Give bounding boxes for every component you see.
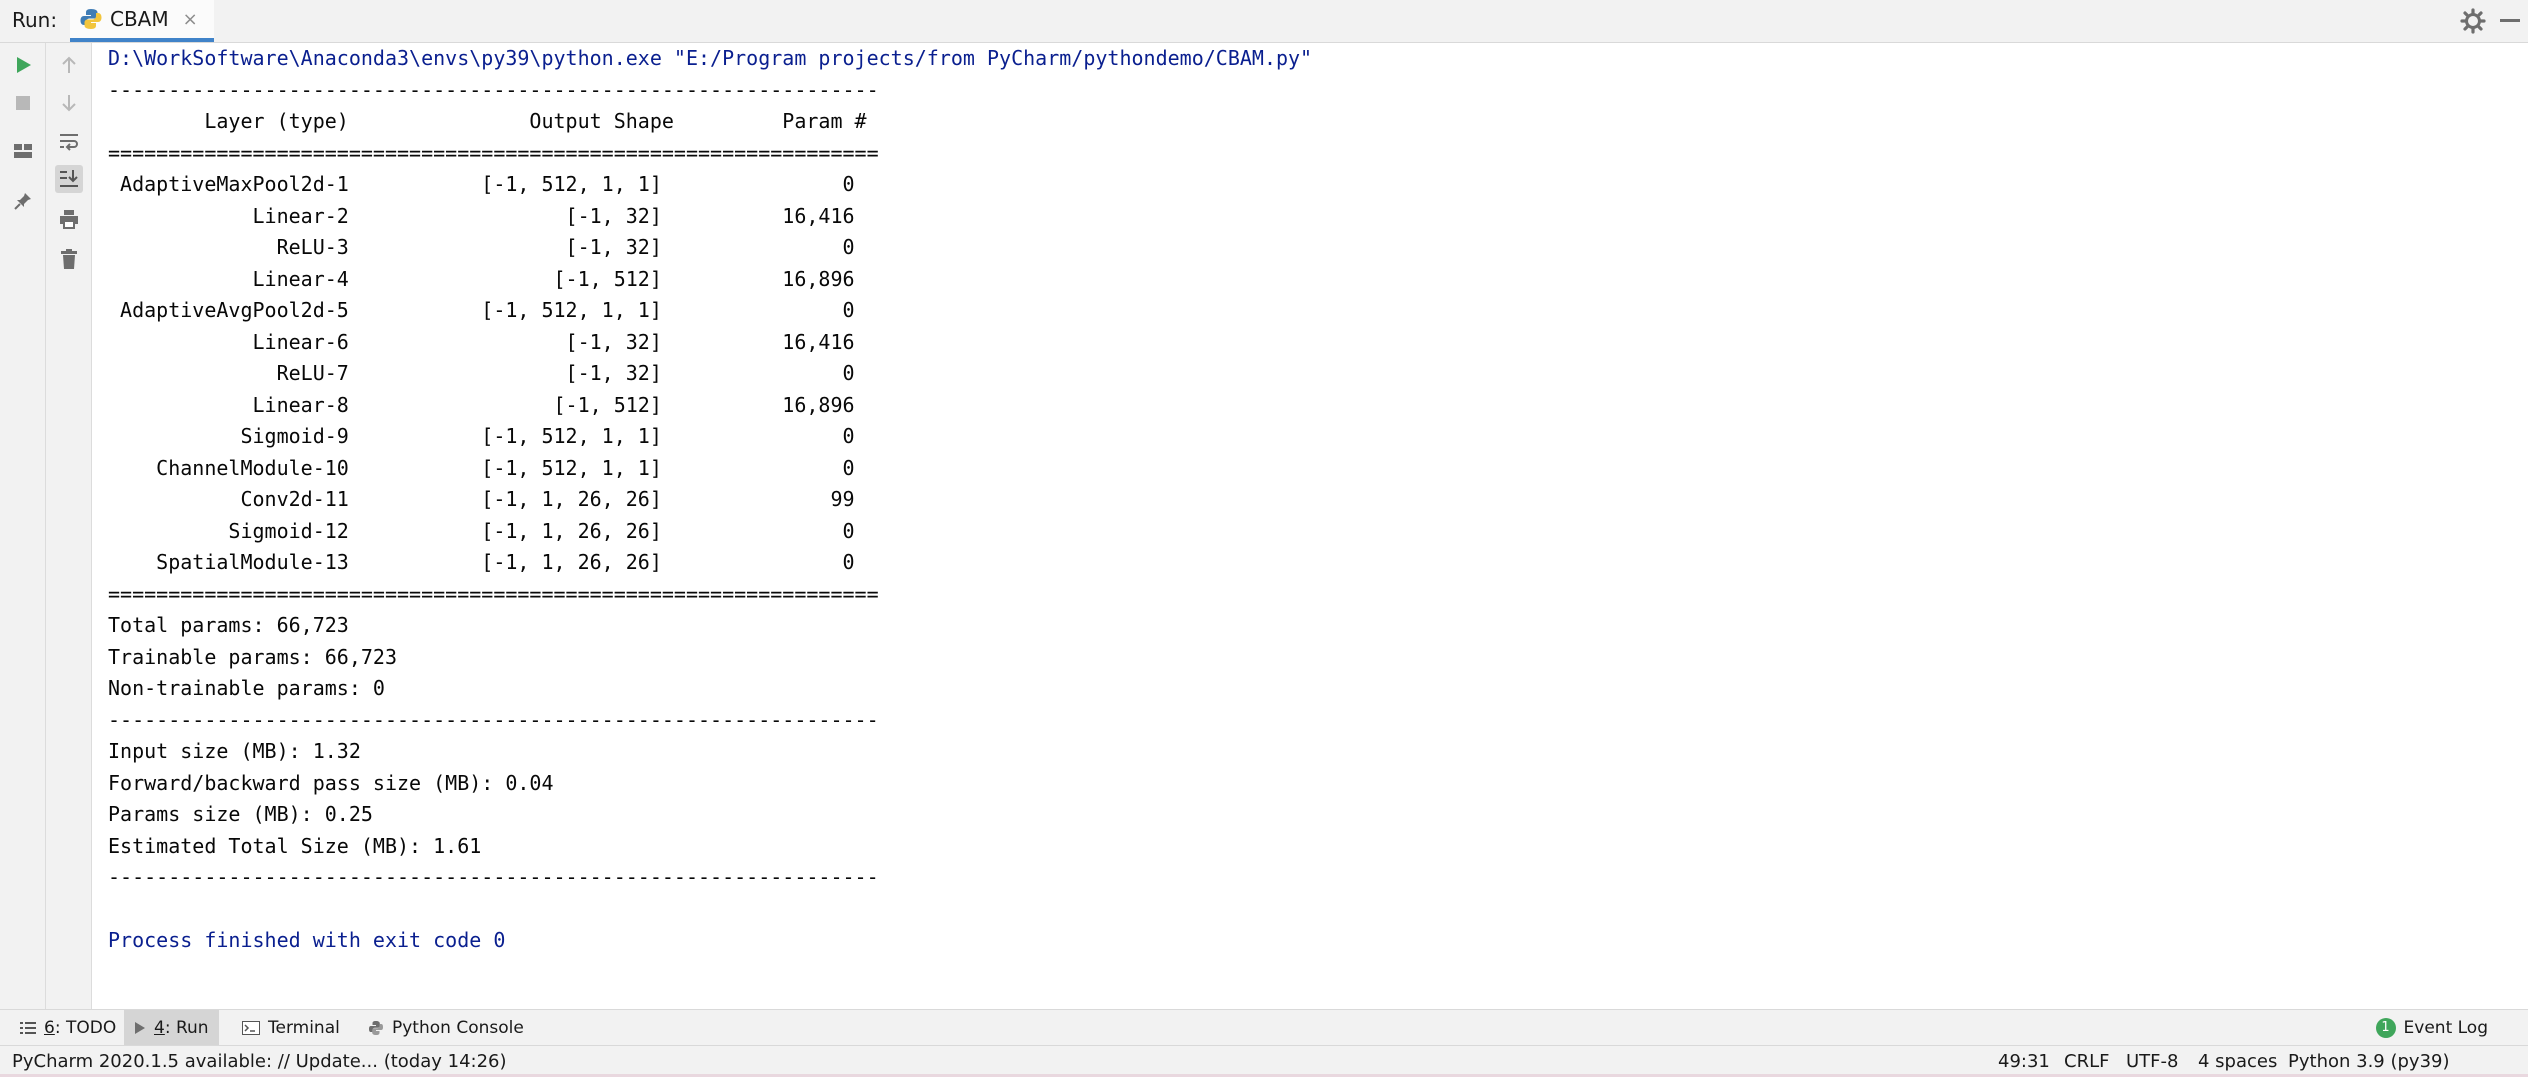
stop-icon [16,96,30,110]
run-icon [135,1021,145,1034]
console-line: AdaptiveMaxPool2d-1 [-1, 512, 1, 1] 0 [108,172,855,196]
stop-button[interactable] [9,89,37,117]
status-bar: PyCharm 2020.1.5 available: // Update...… [0,1045,2528,1077]
list-icon [20,1021,36,1034]
tab-cbam[interactable]: CBAM × [70,0,214,42]
console-line: SpatialModule-13 [-1, 1, 26, 26] 0 [108,550,855,574]
console-line: ----------------------------------------… [108,865,879,889]
run-shortcut-key: 4 [154,1017,165,1038]
console-line: AdaptiveAvgPool2d-5 [-1, 512, 1, 1] 0 [108,298,855,322]
console-line: Params size (MB): 0.25 [108,802,373,826]
event-count-badge: 1 [2375,1017,2396,1038]
console-line: Conv2d-11 [-1, 1, 26, 26] 99 [108,487,855,511]
python-console-icon [369,1020,383,1035]
restore-layout-button[interactable] [9,137,37,165]
scroll-to-end-button[interactable] [55,165,83,193]
console-line: Sigmoid-12 [-1, 1, 26, 26] 0 [108,518,855,543]
console-line: Forward/backward pass size (MB): 0.04 [108,770,554,795]
run-toolwindow-button[interactable]: 4: Run [124,1010,219,1045]
console-line: D:\WorkSoftware\Anaconda3\envs\py39\pyth… [108,46,1313,70]
arrow-up-icon [62,56,76,73]
console-output: D:\WorkSoftware\Anaconda3\envs\py39\pyth… [108,43,1312,957]
console-line: Input size (MB): 1.32 [108,739,361,763]
console-line: ReLU-3 [-1, 32] 0 [108,235,855,259]
terminal-toolwindow-button[interactable]: Terminal [232,1010,350,1045]
print-button[interactable] [55,205,83,233]
rerun-button[interactable] [9,51,37,79]
up-trace-button[interactable] [55,51,83,79]
pin-icon [14,193,31,210]
soft-wrap-button[interactable] [55,127,83,155]
event-log-button[interactable]: 1 Event Log [2375,1010,2488,1045]
file-encoding[interactable]: UTF-8 [2126,1051,2178,1072]
console-line: Linear-6 [-1, 32] 16,416 [108,329,855,354]
scroll-to-end-icon [60,170,78,187]
console-line: Linear-8 [-1, 512] 16,896 [108,392,855,417]
run-label: Run: [12,8,58,32]
run-toolwindow-header: Run: CBAM × [0,0,2528,43]
console-line: Non-trainable params: 0 [108,676,385,700]
tab-title: CBAM [110,7,169,31]
terminal-label: Terminal [268,1017,340,1038]
arrow-down-icon [62,95,76,112]
python-console-toolwindow-button[interactable]: Python Console [358,1010,534,1045]
python-console-label: Python Console [392,1017,524,1038]
python-interpreter[interactable]: Python 3.9 (py39) [2288,1051,2450,1072]
print-icon [60,210,78,229]
console-line: ========================================… [108,140,879,165]
console-line: Layer (type) Output Shape Param # [108,109,867,133]
caret-position[interactable]: 49:31 [1998,1051,2050,1072]
down-trace-button[interactable] [55,89,83,117]
console-line: Linear-2 [-1, 32] 16,416 [108,203,855,228]
console-line: ----------------------------------------… [108,77,879,102]
clear-all-button[interactable] [55,245,83,273]
console-line: Sigmoid-9 [-1, 512, 1, 1] 0 [108,424,855,448]
console-line: ----------------------------------------… [108,707,879,732]
soft-wrap-icon [60,134,78,151]
line-separator[interactable]: CRLF [2064,1051,2109,1072]
layout-icon [14,144,32,158]
console-line: ========================================… [108,581,879,606]
indent-setting[interactable]: 4 spaces [2198,1051,2277,1072]
hide-icon[interactable] [2500,19,2520,22]
todo-toolwindow-button[interactable]: 6: TODO [10,1010,126,1045]
run-actions-toolbar [0,43,46,1009]
console-actions-toolbar [46,43,92,1009]
tool-window-bar: 6: TODO 4: Run Terminal Python Console 1… [0,1009,2528,1045]
console-line: Linear-4 [-1, 512] 16,896 [108,266,855,291]
trash-icon [61,249,77,269]
console-line: ReLU-7 [-1, 32] 0 [108,361,855,385]
console-line: Process finished with exit code 0 [108,928,506,952]
console-line: ChannelModule-10 [-1, 512, 1, 1] 0 [108,455,855,480]
run-label-text: : Run [164,1017,209,1038]
python-file-icon [80,9,102,29]
run-icon [17,57,31,73]
todo-label-text: : TODO [54,1017,117,1038]
console-line: Total params: 66,723 [108,613,349,637]
run-label: 4: Run [154,1018,209,1038]
console-line: Trainable params: 66,723 [108,644,397,669]
update-notification[interactable]: PyCharm 2020.1.5 available: // Update...… [12,1051,507,1072]
event-log-label: Event Log [2403,1017,2488,1038]
run-console[interactable]: D:\WorkSoftware\Anaconda3\envs\py39\pyth… [92,43,2528,1009]
pin-tab-button[interactable] [9,187,37,215]
terminal-icon [242,1020,260,1035]
todo-shortcut-key: 6 [44,1017,55,1038]
gear-icon[interactable] [2460,8,2486,34]
close-icon[interactable]: × [183,9,198,30]
console-line: Estimated Total Size (MB): 1.61 [108,833,482,858]
todo-label: 6: TODO [44,1018,116,1038]
